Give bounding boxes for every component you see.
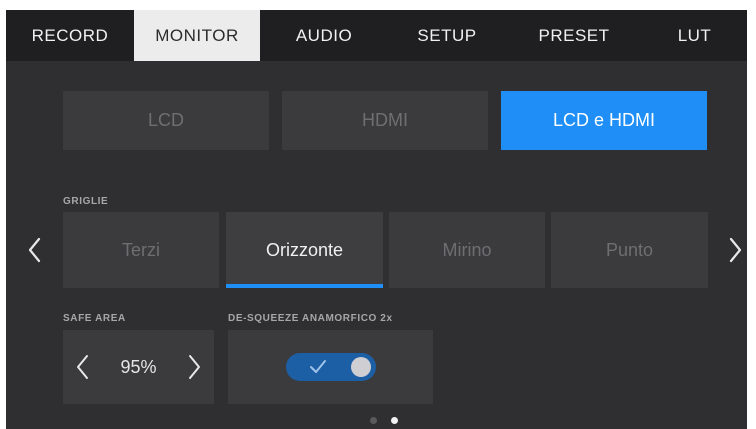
grids-prev-button[interactable] [26, 236, 46, 264]
safe-area-increase-button[interactable] [184, 352, 204, 382]
tab-bar: RECORD MONITOR AUDIO SETUP PRESET LUT [6, 10, 747, 61]
safe-area-control: 95% [63, 330, 214, 404]
grids-next-button[interactable] [724, 236, 744, 264]
page-dot-2[interactable] [391, 417, 398, 424]
chevron-left-icon [28, 237, 41, 263]
selected-indicator [226, 284, 383, 288]
output-lcd-hdmi-button[interactable]: LCD e HDMI [501, 91, 707, 150]
tab-audio[interactable]: AUDIO [260, 10, 388, 61]
chevron-right-icon [729, 237, 742, 263]
tab-monitor[interactable]: MONITOR [134, 10, 260, 61]
tab-setup[interactable]: SETUP [388, 10, 506, 61]
grid-option-terzi[interactable]: Terzi [63, 212, 219, 288]
grid-option-label: Terzi [121, 239, 160, 260]
grid-option-label: Punto [605, 239, 654, 260]
page-dot-1[interactable] [370, 417, 377, 424]
output-hdmi-button[interactable]: HDMI [282, 91, 488, 150]
grids-label: GRIGLIE [63, 196, 109, 207]
grid-option-punto[interactable]: Punto [551, 212, 708, 288]
check-icon [310, 360, 326, 373]
grid-option-orizzonte[interactable]: Orizzonte [226, 212, 383, 288]
tab-preset[interactable]: PRESET [506, 10, 642, 61]
grid-option-label: Mirino [442, 239, 492, 260]
chevron-right-icon [189, 355, 200, 379]
toggle-knob [351, 357, 371, 377]
monitor-settings-screen: RECORD MONITOR AUDIO SETUP PRESET LUT LC… [6, 10, 747, 429]
desqueeze-toggle[interactable] [286, 353, 376, 381]
desqueeze-label: DE-SQUEEZE ANAMORFICO 2x [228, 313, 393, 324]
desqueeze-control[interactable] [228, 330, 433, 404]
safe-area-label: SAFE AREA [63, 313, 126, 324]
tab-lut[interactable]: LUT [642, 10, 747, 61]
grid-option-label: Orizzonte [265, 239, 344, 260]
grid-option-mirino[interactable]: Mirino [389, 212, 545, 288]
tab-record[interactable]: RECORD [6, 10, 134, 61]
output-lcd-button[interactable]: LCD [63, 91, 269, 150]
